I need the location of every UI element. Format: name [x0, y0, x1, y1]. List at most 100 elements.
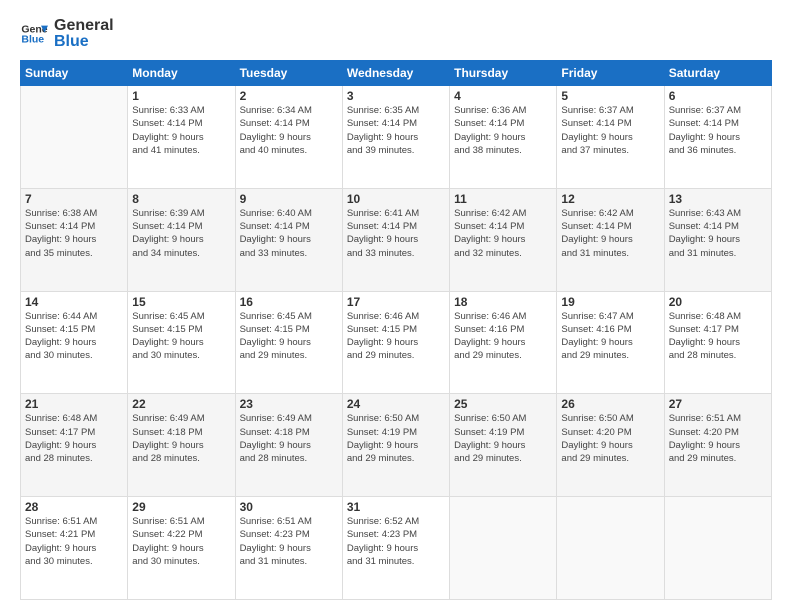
day-info: Sunrise: 6:48 AMSunset: 4:17 PMDaylight:… — [669, 310, 767, 363]
calendar-cell: 21Sunrise: 6:48 AMSunset: 4:17 PMDayligh… — [21, 394, 128, 497]
calendar-week-row: 21Sunrise: 6:48 AMSunset: 4:17 PMDayligh… — [21, 394, 772, 497]
day-number: 27 — [669, 397, 767, 411]
day-info: Sunrise: 6:38 AMSunset: 4:14 PMDaylight:… — [25, 207, 123, 260]
calendar-header-tuesday: Tuesday — [235, 61, 342, 86]
day-number: 13 — [669, 192, 767, 206]
calendar-week-row: 28Sunrise: 6:51 AMSunset: 4:21 PMDayligh… — [21, 497, 772, 600]
logo-icon: General Blue — [20, 20, 48, 48]
day-number: 4 — [454, 89, 552, 103]
logo-line2: Blue — [54, 34, 114, 50]
day-info: Sunrise: 6:43 AMSunset: 4:14 PMDaylight:… — [669, 207, 767, 260]
day-number: 28 — [25, 500, 123, 514]
calendar-header-row: SundayMondayTuesdayWednesdayThursdayFrid… — [21, 61, 772, 86]
calendar-cell: 10Sunrise: 6:41 AMSunset: 4:14 PMDayligh… — [342, 188, 449, 291]
day-info: Sunrise: 6:50 AMSunset: 4:19 PMDaylight:… — [347, 412, 445, 465]
day-info: Sunrise: 6:48 AMSunset: 4:17 PMDaylight:… — [25, 412, 123, 465]
calendar-cell: 5Sunrise: 6:37 AMSunset: 4:14 PMDaylight… — [557, 86, 664, 189]
day-number: 11 — [454, 192, 552, 206]
calendar-week-row: 1Sunrise: 6:33 AMSunset: 4:14 PMDaylight… — [21, 86, 772, 189]
day-info: Sunrise: 6:34 AMSunset: 4:14 PMDaylight:… — [240, 104, 338, 157]
day-number: 1 — [132, 89, 230, 103]
day-info: Sunrise: 6:36 AMSunset: 4:14 PMDaylight:… — [454, 104, 552, 157]
day-number: 19 — [561, 295, 659, 309]
day-info: Sunrise: 6:50 AMSunset: 4:19 PMDaylight:… — [454, 412, 552, 465]
calendar-week-row: 14Sunrise: 6:44 AMSunset: 4:15 PMDayligh… — [21, 291, 772, 394]
calendar-cell: 20Sunrise: 6:48 AMSunset: 4:17 PMDayligh… — [664, 291, 771, 394]
calendar-cell: 8Sunrise: 6:39 AMSunset: 4:14 PMDaylight… — [128, 188, 235, 291]
day-number: 22 — [132, 397, 230, 411]
calendar-cell: 13Sunrise: 6:43 AMSunset: 4:14 PMDayligh… — [664, 188, 771, 291]
calendar-cell — [21, 86, 128, 189]
calendar-cell: 2Sunrise: 6:34 AMSunset: 4:14 PMDaylight… — [235, 86, 342, 189]
calendar-cell: 22Sunrise: 6:49 AMSunset: 4:18 PMDayligh… — [128, 394, 235, 497]
day-info: Sunrise: 6:42 AMSunset: 4:14 PMDaylight:… — [454, 207, 552, 260]
calendar-cell: 24Sunrise: 6:50 AMSunset: 4:19 PMDayligh… — [342, 394, 449, 497]
day-info: Sunrise: 6:46 AMSunset: 4:16 PMDaylight:… — [454, 310, 552, 363]
calendar-cell: 7Sunrise: 6:38 AMSunset: 4:14 PMDaylight… — [21, 188, 128, 291]
day-info: Sunrise: 6:45 AMSunset: 4:15 PMDaylight:… — [240, 310, 338, 363]
calendar-cell: 28Sunrise: 6:51 AMSunset: 4:21 PMDayligh… — [21, 497, 128, 600]
day-info: Sunrise: 6:40 AMSunset: 4:14 PMDaylight:… — [240, 207, 338, 260]
day-number: 12 — [561, 192, 659, 206]
calendar-cell: 9Sunrise: 6:40 AMSunset: 4:14 PMDaylight… — [235, 188, 342, 291]
calendar-cell: 27Sunrise: 6:51 AMSunset: 4:20 PMDayligh… — [664, 394, 771, 497]
day-number: 24 — [347, 397, 445, 411]
calendar-cell: 26Sunrise: 6:50 AMSunset: 4:20 PMDayligh… — [557, 394, 664, 497]
calendar-header-sunday: Sunday — [21, 61, 128, 86]
calendar-cell — [664, 497, 771, 600]
day-number: 20 — [669, 295, 767, 309]
day-number: 18 — [454, 295, 552, 309]
calendar-cell: 31Sunrise: 6:52 AMSunset: 4:23 PMDayligh… — [342, 497, 449, 600]
day-number: 23 — [240, 397, 338, 411]
day-info: Sunrise: 6:51 AMSunset: 4:23 PMDaylight:… — [240, 515, 338, 568]
day-info: Sunrise: 6:49 AMSunset: 4:18 PMDaylight:… — [240, 412, 338, 465]
day-number: 25 — [454, 397, 552, 411]
day-info: Sunrise: 6:47 AMSunset: 4:16 PMDaylight:… — [561, 310, 659, 363]
calendar-cell: 14Sunrise: 6:44 AMSunset: 4:15 PMDayligh… — [21, 291, 128, 394]
day-number: 14 — [25, 295, 123, 309]
calendar-cell: 3Sunrise: 6:35 AMSunset: 4:14 PMDaylight… — [342, 86, 449, 189]
calendar-cell: 1Sunrise: 6:33 AMSunset: 4:14 PMDaylight… — [128, 86, 235, 189]
day-number: 21 — [25, 397, 123, 411]
day-info: Sunrise: 6:51 AMSunset: 4:22 PMDaylight:… — [132, 515, 230, 568]
day-number: 31 — [347, 500, 445, 514]
calendar-cell: 29Sunrise: 6:51 AMSunset: 4:22 PMDayligh… — [128, 497, 235, 600]
day-number: 29 — [132, 500, 230, 514]
calendar-cell: 25Sunrise: 6:50 AMSunset: 4:19 PMDayligh… — [450, 394, 557, 497]
day-number: 15 — [132, 295, 230, 309]
day-number: 30 — [240, 500, 338, 514]
logo: General Blue General Blue — [20, 18, 114, 50]
day-number: 3 — [347, 89, 445, 103]
day-number: 10 — [347, 192, 445, 206]
day-number: 7 — [25, 192, 123, 206]
calendar-cell: 17Sunrise: 6:46 AMSunset: 4:15 PMDayligh… — [342, 291, 449, 394]
day-number: 17 — [347, 295, 445, 309]
header: General Blue General Blue — [20, 18, 772, 50]
calendar-header-friday: Friday — [557, 61, 664, 86]
svg-text:Blue: Blue — [21, 33, 44, 45]
day-info: Sunrise: 6:44 AMSunset: 4:15 PMDaylight:… — [25, 310, 123, 363]
page: General Blue General Blue SundayMondayTu… — [0, 0, 792, 612]
day-info: Sunrise: 6:37 AMSunset: 4:14 PMDaylight:… — [561, 104, 659, 157]
calendar-cell: 11Sunrise: 6:42 AMSunset: 4:14 PMDayligh… — [450, 188, 557, 291]
day-info: Sunrise: 6:46 AMSunset: 4:15 PMDaylight:… — [347, 310, 445, 363]
day-info: Sunrise: 6:39 AMSunset: 4:14 PMDaylight:… — [132, 207, 230, 260]
day-info: Sunrise: 6:41 AMSunset: 4:14 PMDaylight:… — [347, 207, 445, 260]
day-info: Sunrise: 6:35 AMSunset: 4:14 PMDaylight:… — [347, 104, 445, 157]
day-number: 2 — [240, 89, 338, 103]
calendar-cell — [557, 497, 664, 600]
day-info: Sunrise: 6:45 AMSunset: 4:15 PMDaylight:… — [132, 310, 230, 363]
calendar-cell: 23Sunrise: 6:49 AMSunset: 4:18 PMDayligh… — [235, 394, 342, 497]
calendar-cell: 30Sunrise: 6:51 AMSunset: 4:23 PMDayligh… — [235, 497, 342, 600]
calendar-cell: 16Sunrise: 6:45 AMSunset: 4:15 PMDayligh… — [235, 291, 342, 394]
day-info: Sunrise: 6:51 AMSunset: 4:21 PMDaylight:… — [25, 515, 123, 568]
day-number: 9 — [240, 192, 338, 206]
calendar-header-thursday: Thursday — [450, 61, 557, 86]
calendar-cell: 19Sunrise: 6:47 AMSunset: 4:16 PMDayligh… — [557, 291, 664, 394]
calendar-header-saturday: Saturday — [664, 61, 771, 86]
calendar-cell: 4Sunrise: 6:36 AMSunset: 4:14 PMDaylight… — [450, 86, 557, 189]
day-info: Sunrise: 6:42 AMSunset: 4:14 PMDaylight:… — [561, 207, 659, 260]
day-number: 5 — [561, 89, 659, 103]
day-number: 26 — [561, 397, 659, 411]
day-number: 6 — [669, 89, 767, 103]
